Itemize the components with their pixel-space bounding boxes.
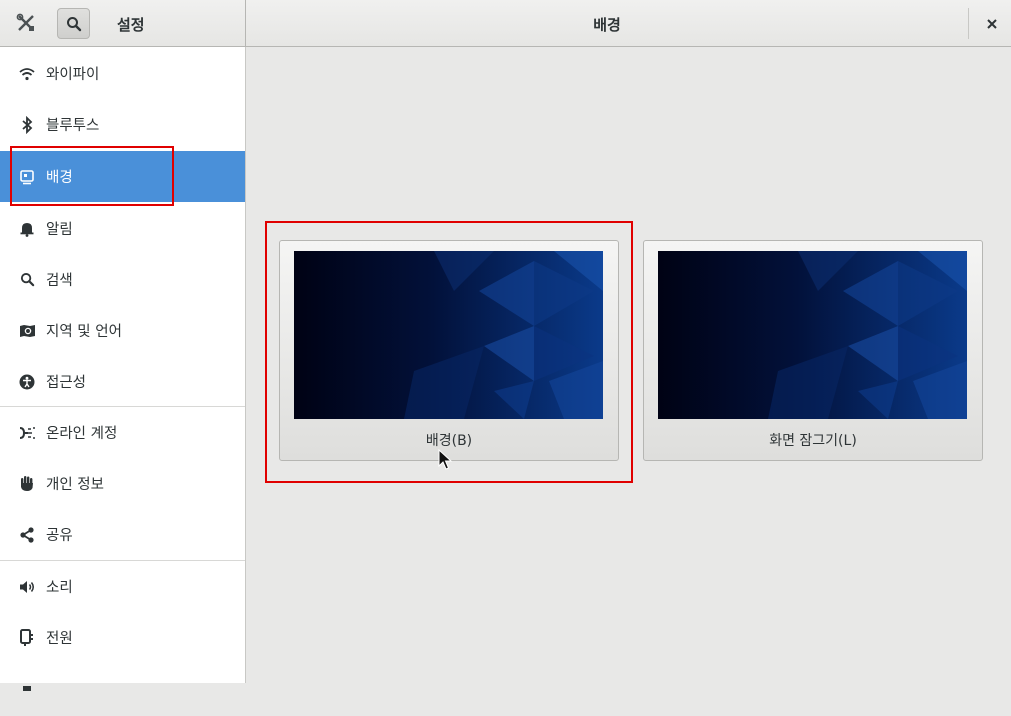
background-card-label: 배경(B) — [425, 433, 473, 449]
sidebar-item-search[interactable]: 검색 — [0, 254, 245, 305]
region-icon — [18, 322, 36, 340]
close-button[interactable] — [980, 12, 1004, 36]
partial-icon — [18, 679, 36, 697]
sidebar-item-label: 알림 — [46, 222, 73, 238]
sidebar-item-label: 접근성 — [46, 375, 87, 391]
tools-icon[interactable] — [12, 9, 40, 37]
sidebar-item-label: 개인 정보 — [46, 477, 104, 493]
accessibility-icon — [18, 373, 36, 391]
search-button[interactable] — [57, 8, 90, 39]
header-separator — [968, 8, 969, 39]
sidebar-item-notifications[interactable]: 알림 — [0, 203, 245, 254]
sidebar-item-label: 전원 — [46, 631, 73, 647]
search-icon — [18, 271, 36, 289]
background-icon — [18, 168, 36, 186]
sidebar-item-sharing[interactable]: 공유 — [0, 509, 245, 560]
bluetooth-icon — [18, 115, 36, 134]
sidebar-item-label: 블루투스 — [46, 118, 100, 134]
panel-title: 배경 — [593, 16, 621, 34]
header-bar: 설정 배경 — [0, 0, 1011, 47]
sidebar-item-label: 배경 — [46, 170, 73, 186]
background-card[interactable]: 배경(B) — [279, 240, 619, 461]
sidebar-item-wifi[interactable]: 와이파이 — [0, 48, 245, 99]
sidebar-item-region[interactable]: 지역 및 언어 — [0, 305, 245, 356]
sidebar-item-privacy[interactable]: 개인 정보 — [0, 458, 245, 509]
background-thumbnail — [294, 251, 603, 419]
lock-screen-card-label: 화면 잠그기(L) — [769, 433, 857, 449]
wifi-icon — [18, 65, 36, 83]
lock-screen-card[interactable]: 화면 잠그기(L) — [643, 240, 983, 461]
sidebar-item-label: 공유 — [46, 528, 73, 544]
close-icon — [987, 19, 997, 29]
search-icon — [66, 16, 81, 31]
lock-screen-thumbnail — [658, 251, 967, 419]
sidebar-item-label: 와이파이 — [46, 67, 100, 83]
sidebar: 와이파이 블루투스 배경 알림 검색 지역 및 언어 접근성 온라인 계정 개인… — [0, 47, 246, 691]
bell-icon — [18, 220, 36, 238]
app-title: 설정 — [117, 16, 145, 34]
sidebar-item-label: 검색 — [46, 273, 73, 289]
privacy-hand-icon — [18, 475, 36, 493]
header-left-pane: 설정 — [0, 0, 246, 47]
sidebar-item-accessibility[interactable]: 접근성 — [0, 356, 245, 407]
sidebar-item-power[interactable]: 전원 — [0, 612, 245, 663]
sidebar-item-label: 소리 — [46, 580, 73, 596]
mouse-cursor-icon — [438, 448, 453, 471]
speaker-icon — [18, 578, 36, 596]
sidebar-item-background[interactable]: 배경 — [0, 151, 245, 202]
sidebar-item-bluetooth[interactable]: 블루투스 — [0, 99, 245, 150]
sidebar-item-partial[interactable] — [0, 665, 245, 716]
sidebar-item-online-accounts[interactable]: 온라인 계정 — [0, 407, 245, 458]
sidebar-item-sound[interactable]: 소리 — [0, 561, 245, 612]
sidebar-item-label: 온라인 계정 — [46, 426, 118, 442]
share-icon — [18, 526, 36, 544]
sidebar-item-label: 지역 및 언어 — [46, 324, 122, 340]
online-accounts-icon — [18, 424, 36, 442]
power-plug-icon — [18, 629, 36, 647]
